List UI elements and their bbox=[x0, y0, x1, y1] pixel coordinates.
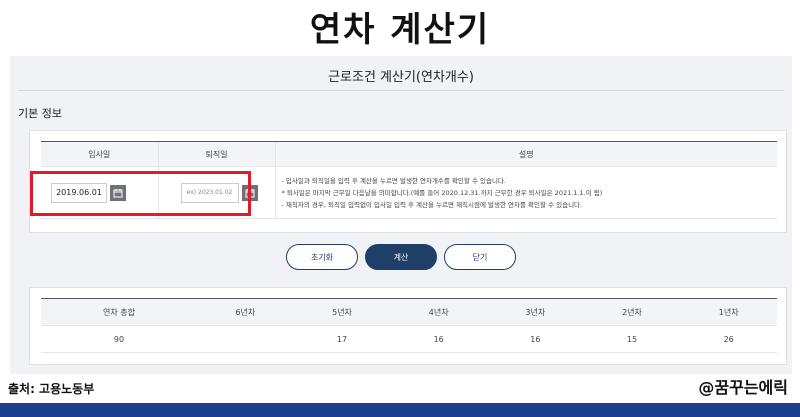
year3-value: 16 bbox=[487, 325, 584, 353]
total-header: 연차 총합 bbox=[41, 298, 198, 326]
source-credit: 출처: 고용노동부 bbox=[8, 382, 95, 396]
year4-value: 16 bbox=[390, 325, 487, 353]
year3-header: 3년차 bbox=[487, 298, 584, 326]
page-title: 근로조건 계산기(연차개수) bbox=[328, 70, 474, 85]
calculate-button[interactable]: 계산 bbox=[365, 244, 437, 270]
year6-header: 6년차 bbox=[197, 298, 294, 326]
description-line-1: - 입사일과 퇴직일을 입력 후 계산을 누르면 발생한 연차개수를 확인할 수… bbox=[281, 176, 506, 185]
result-header-row: 연차 총합 6년차 5년차 4년차 3년차 2년차 1년차 bbox=[41, 298, 777, 326]
year1-header: 1년차 bbox=[680, 298, 777, 326]
bottom-bar bbox=[0, 403, 800, 417]
banner: 연차 계산기 bbox=[0, 0, 800, 52]
description-header: 설명 bbox=[274, 141, 777, 167]
leave-date-header: 퇴직일 bbox=[157, 141, 275, 167]
banner-title: 연차 계산기 bbox=[309, 9, 491, 50]
description-line-2: * 퇴사일은 마지막 근무일 다음날을 의미합니다.(예를 들어 2020.12… bbox=[281, 188, 603, 197]
reset-button[interactable]: 초기화 bbox=[286, 244, 358, 270]
close-button[interactable]: 닫기 bbox=[444, 244, 516, 270]
result-table: 연차 총합 6년차 5년차 4년차 3년차 2년차 1년차 90 17 16 1… bbox=[41, 298, 777, 353]
year6-value bbox=[197, 325, 294, 353]
date-inputs-highlight bbox=[30, 171, 251, 216]
description-cell: - 입사일과 퇴직일을 입력 후 계산을 누르면 발생한 연차개수를 확인할 수… bbox=[274, 166, 777, 219]
year2-header: 2년차 bbox=[583, 298, 681, 326]
result-value-row: 90 17 16 16 15 26 bbox=[41, 325, 777, 353]
year1-value: 26 bbox=[680, 325, 777, 353]
year2-value: 15 bbox=[583, 325, 681, 353]
total-value: 90 bbox=[41, 325, 198, 353]
heading-divider bbox=[18, 90, 784, 91]
author-handle: @꿈꾸는에릭 bbox=[698, 378, 788, 397]
year5-header: 5년차 bbox=[293, 298, 391, 326]
description-line-3: - 재직자의 경우, 퇴직일 입력없이 입사일 입력 후 계산을 누르면 재직시… bbox=[281, 200, 583, 209]
result-card: 연차 총합 6년차 5년차 4년차 3년차 2년차 1년차 90 17 16 1… bbox=[29, 287, 787, 365]
join-date-header: 입사일 bbox=[41, 141, 158, 167]
section-title: 기본 정보 bbox=[18, 107, 62, 120]
action-buttons: 초기화 계산 닫기 bbox=[10, 244, 792, 270]
year4-header: 4년차 bbox=[390, 298, 487, 326]
year5-value: 17 bbox=[293, 325, 391, 353]
